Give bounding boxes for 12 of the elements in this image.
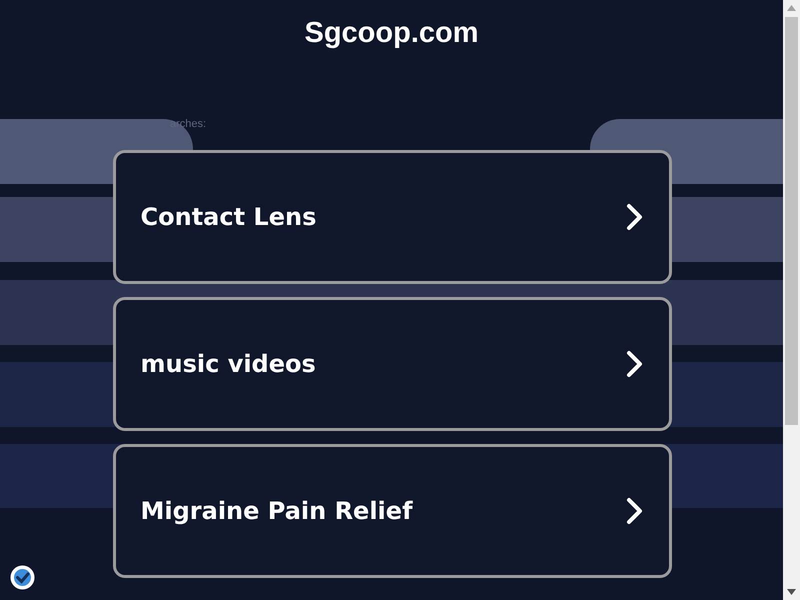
scroll-up-icon[interactable] [787,5,796,11]
site-title: Sgcoop.com [304,16,478,50]
chevron-icon [626,203,644,231]
scroll-down-icon[interactable] [787,589,796,595]
search-link[interactable]: Contact Lens [112,150,672,284]
search-link[interactable]: Migraine Pain Relief [112,444,672,578]
chevron-icon [626,497,644,525]
scrollbar-thumb[interactable] [785,17,798,425]
shield-check-icon[interactable] [10,565,35,590]
search-link[interactable]: music videos [112,297,672,431]
chevron-icon [626,350,644,378]
scrollbar[interactable] [783,0,800,600]
